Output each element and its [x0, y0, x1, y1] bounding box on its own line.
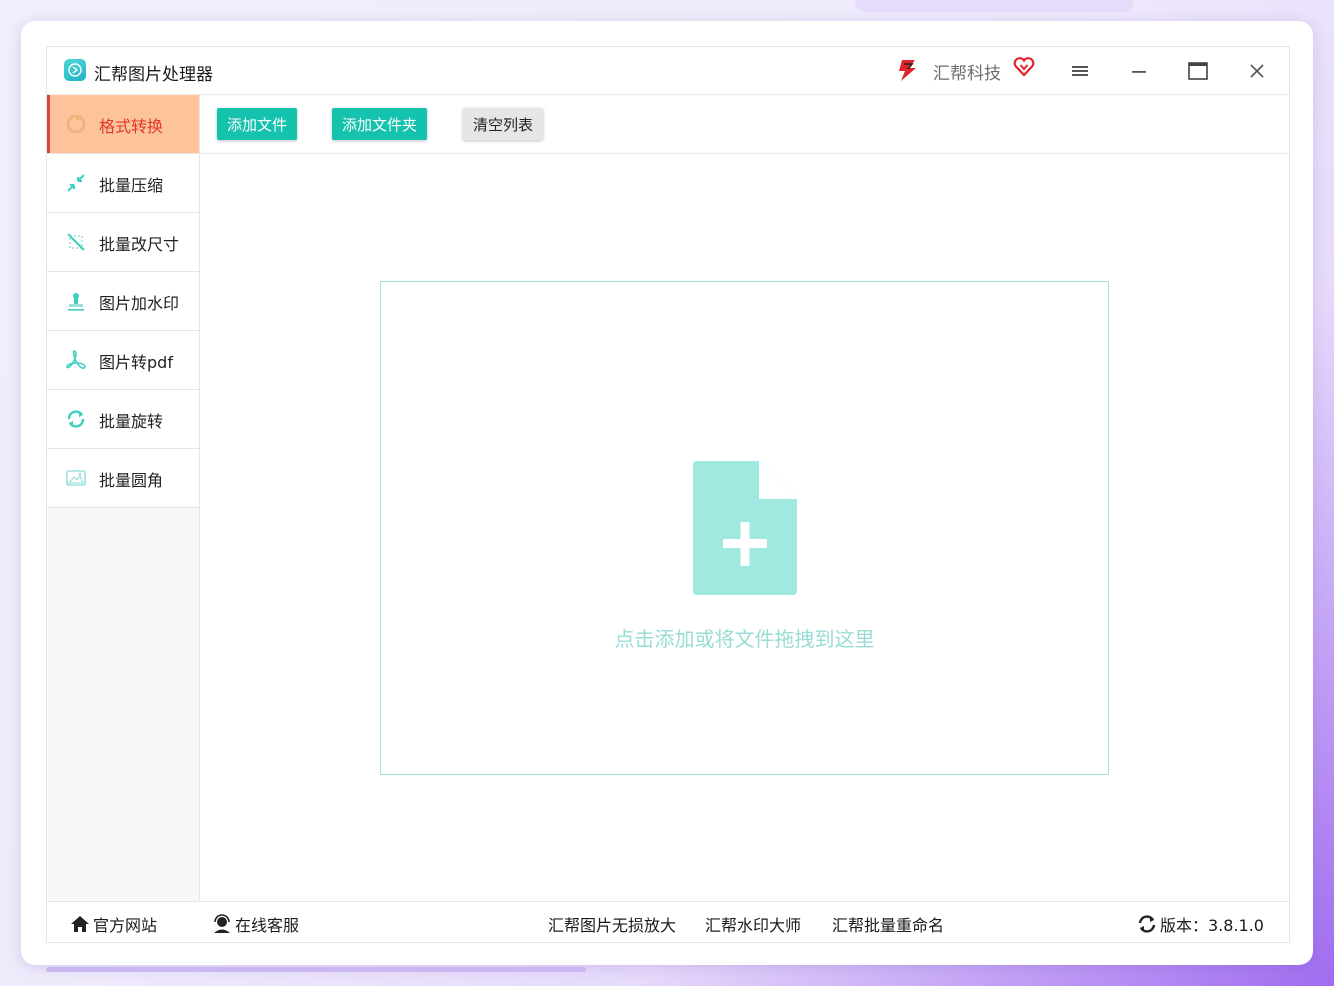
compress-icon	[67, 174, 85, 192]
minimize-icon	[1132, 71, 1146, 73]
menu-button[interactable]	[1067, 58, 1093, 84]
online-support-link[interactable]: 在线客服	[212, 912, 299, 936]
add-file-button[interactable]: 添加文件	[217, 108, 298, 140]
sidebar-item-label: 图片转pdf	[99, 353, 173, 372]
sidebar-item-round-corner[interactable]: 批量圆角	[47, 449, 199, 508]
sidebar-item-format-convert[interactable]: 格式转换	[47, 95, 199, 154]
background-scrollbar	[46, 967, 586, 972]
format-convert-icon	[66, 114, 86, 134]
sidebar-item-compress[interactable]: 批量压缩	[47, 154, 199, 213]
file-dropzone[interactable]: 点击添加或将文件拖拽到这里	[380, 281, 1109, 775]
footer: 官方网站 在线客服 汇帮图片无损放大 汇帮水印大师 汇帮批量重命名 版本：3.8…	[47, 901, 1289, 942]
sidebar-item-label: 批量旋转	[99, 412, 164, 431]
main-area: 点击添加或将文件拖拽到这里	[200, 154, 1289, 901]
brand-name: 汇帮科技	[933, 64, 1001, 84]
online-support-label: 在线客服	[235, 916, 300, 935]
vip-heart-icon[interactable]	[1013, 56, 1035, 78]
home-icon	[71, 916, 89, 932]
background-tab	[855, 0, 1133, 12]
close-button[interactable]	[1244, 58, 1270, 84]
dropzone-hint: 点击添加或将文件拖拽到这里	[614, 627, 875, 651]
sidebar: 格式转换 批量压缩 批量改尺寸 图片加水印 图片转pdf 批量旋转 批量圆角	[47, 95, 200, 901]
watermark-icon	[68, 293, 84, 311]
lossless-upscale-link[interactable]: 汇帮图片无损放大	[548, 912, 676, 936]
file-add-icon	[693, 461, 797, 595]
add-folder-button[interactable]: 添加文件夹	[332, 108, 428, 140]
sidebar-item-label: 批量改尺寸	[99, 235, 180, 254]
round-corner-icon	[66, 470, 86, 486]
sidebar-item-label: 格式转换	[99, 117, 164, 136]
sidebar-item-label: 批量圆角	[99, 471, 164, 490]
official-website-label: 官方网站	[93, 916, 158, 935]
sidebar-item-label: 图片加水印	[99, 294, 180, 313]
version-label: 版本：3.8.1.0	[1160, 916, 1264, 935]
support-agent-icon	[214, 914, 230, 933]
brand-logo-icon	[899, 60, 916, 81]
app-logo-icon	[64, 59, 86, 81]
maximize-button[interactable]	[1185, 58, 1211, 84]
maximize-icon	[1188, 62, 1208, 80]
pdf-icon	[66, 350, 86, 369]
batch-rename-link[interactable]: 汇帮批量重命名	[832, 912, 944, 936]
resize-icon	[67, 233, 85, 251]
rotate-icon	[67, 410, 85, 428]
official-website-link[interactable]: 官方网站	[70, 912, 157, 936]
sidebar-item-label: 批量压缩	[99, 176, 164, 195]
sidebar-item-resize[interactable]: 批量改尺寸	[47, 213, 199, 272]
clear-list-button[interactable]: 清空列表	[463, 108, 544, 140]
refresh-icon	[1138, 915, 1156, 933]
title-bar: 汇帮图片处理器 汇帮科技	[47, 47, 1289, 95]
sidebar-item-watermark[interactable]: 图片加水印	[47, 272, 199, 331]
app-frame: 汇帮图片处理器 汇帮科技 格式转换 批量压缩 批量改尺寸 图片加水印 图片转pd…	[46, 46, 1290, 943]
app-window: 汇帮图片处理器 汇帮科技 格式转换 批量压缩 批量改尺寸 图片加水印 图片转pd…	[21, 21, 1313, 965]
version-info[interactable]: 版本：3.8.1.0	[1137, 912, 1264, 936]
watermark-master-link[interactable]: 汇帮水印大师	[705, 912, 801, 936]
app-title: 汇帮图片处理器	[94, 65, 213, 85]
sidebar-item-rotate[interactable]: 批量旋转	[47, 390, 199, 449]
minimize-button[interactable]	[1126, 58, 1152, 84]
close-icon	[1250, 64, 1264, 78]
sidebar-item-pdf[interactable]: 图片转pdf	[47, 331, 199, 390]
toolbar: 添加文件 添加文件夹 清空列表	[200, 95, 1289, 154]
hamburger-icon	[1072, 66, 1088, 76]
